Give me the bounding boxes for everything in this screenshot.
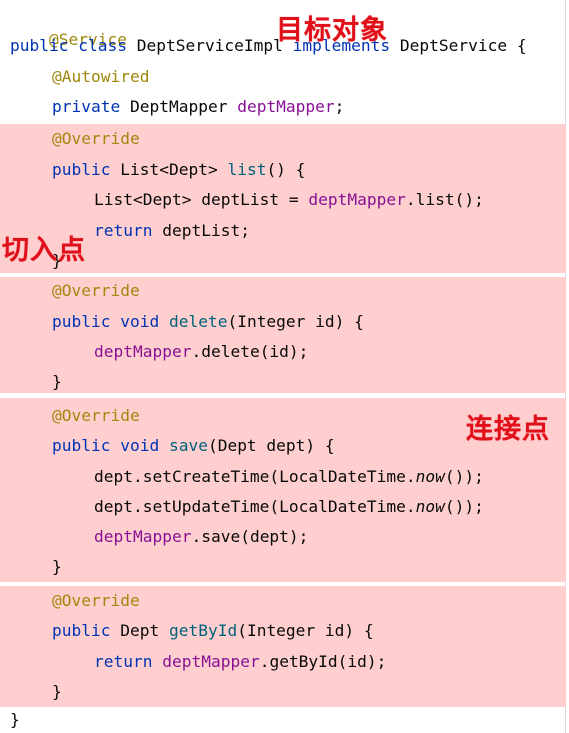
method-name: save (168, 436, 208, 455)
field-name: deptMapper (162, 652, 260, 671)
join-point-annotation: 连接点 (466, 414, 550, 445)
closing-brace: } (52, 682, 62, 701)
statement: .getById(id); (259, 652, 387, 671)
code-line: } (52, 555, 62, 579)
return-type: List<Dept> (120, 160, 218, 179)
keyword: public (52, 312, 111, 331)
field-name: deptMapper (94, 527, 192, 546)
statement: List<Dept> deptList = (94, 190, 309, 209)
code-line: dept.setCreateTime(LocalDateTime.now()); (94, 465, 484, 489)
keyword: return (94, 652, 153, 671)
pointcut-annotation: 切入点 (2, 235, 86, 266)
code-line: deptMapper.save(dept); (94, 525, 308, 549)
code-line: @Autowired (52, 65, 149, 89)
code-line: public void delete(Integer id) { (52, 310, 364, 334)
static-method: now (415, 467, 445, 486)
code-line: deptMapper.delete(id); (94, 340, 308, 364)
statement: .delete(id); (191, 342, 309, 361)
method-params: (Integer id) { (237, 621, 374, 640)
statement: ()); (444, 467, 484, 486)
keyword: void (120, 436, 160, 455)
return-type: Dept (120, 621, 160, 640)
code-line: public List<Dept> list() { (52, 158, 305, 182)
statement: ()); (444, 497, 484, 516)
target-object-annotation: 目标对象 (276, 15, 388, 46)
code-line: public class DeptServiceImpl implements … (10, 34, 527, 58)
field-name: deptMapper (94, 342, 192, 361)
code-line: return deptMapper.getById(id); (94, 650, 386, 674)
code-line: } (52, 370, 62, 394)
code-line: } (10, 708, 20, 732)
method-params: (Integer id) { (227, 312, 364, 331)
code-line: @Override (52, 589, 140, 613)
code-line: } (52, 680, 62, 704)
code-line: dept.setUpdateTime(LocalDateTime.now()); (94, 495, 484, 519)
class-closing-brace: } (10, 710, 20, 729)
field-name: deptMapper (237, 97, 335, 116)
code-line: public Dept getById(Integer id) { (52, 619, 374, 643)
statement: .save(dept); (191, 527, 309, 546)
method-name: delete (168, 312, 228, 331)
code-line: @Override (52, 404, 140, 428)
class-name: DeptServiceImpl (136, 36, 283, 55)
semicolon: ; (334, 97, 345, 116)
override-annotation: @Override (52, 129, 140, 148)
code-line: public void save(Dept dept) { (52, 434, 335, 458)
method-name: getById (168, 621, 238, 640)
type-name: DeptMapper (129, 97, 228, 116)
method-name: list (227, 160, 267, 179)
override-annotation: @Override (52, 591, 140, 610)
keyword: void (120, 312, 160, 331)
code-line: return deptList; (94, 219, 250, 243)
code-line: @Override (52, 279, 140, 303)
closing-brace: } (52, 372, 62, 391)
keyword: public (10, 36, 69, 55)
code-editor[interactable]: @Service public class DeptServiceImpl im… (0, 0, 569, 733)
interface-name: DeptService { (399, 36, 527, 55)
code-line: @Override (52, 127, 140, 151)
keyword: public (52, 160, 111, 179)
method-params: () { (266, 160, 306, 179)
static-method: now (415, 497, 445, 516)
override-annotation: @Override (52, 281, 140, 300)
keyword: class (78, 36, 127, 55)
method-params: (Dept dept) { (207, 436, 335, 455)
code-line: List<Dept> deptList = deptMapper.list(); (94, 188, 484, 212)
override-annotation: @Override (52, 406, 140, 425)
statement: deptList; (162, 221, 250, 240)
field-name: deptMapper (308, 190, 406, 209)
keyword: return (94, 221, 153, 240)
keyword: private (52, 97, 121, 116)
autowired-annotation: @Autowired (52, 67, 150, 86)
code-line: @Service (10, 4, 127, 49)
code-line: private DeptMapper deptMapper; (52, 95, 344, 119)
closing-brace: } (52, 557, 62, 576)
statement: .list(); (405, 190, 484, 209)
keyword: public (52, 436, 111, 455)
keyword: public (52, 621, 111, 640)
statement: dept.setUpdateTime(LocalDateTime. (94, 497, 416, 516)
statement: dept.setCreateTime(LocalDateTime. (94, 467, 416, 486)
